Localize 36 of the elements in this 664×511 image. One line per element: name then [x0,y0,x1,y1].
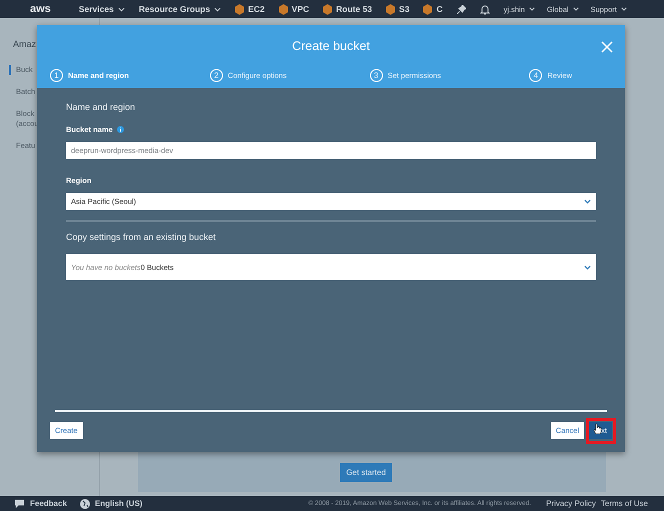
service-shortcut[interactable]: Route 53 [323,4,372,14]
cube-icon [423,4,432,14]
cube-icon [386,4,396,14]
caret-icon [584,264,591,270]
hand-cursor-icon [593,423,602,434]
get-started-button[interactable]: Get started [340,462,392,482]
info-icon[interactable] [116,126,124,133]
sidebar-title: Amaz [13,39,38,49]
service-shortcut[interactable]: S3 [386,4,410,14]
service-shortcut[interactable]: C [423,4,443,14]
service-shortcut[interactable]: VPC [278,4,310,14]
footer-link[interactable]: Privacy Policy [546,499,596,508]
caret-icon [620,7,627,11]
aws-logo[interactable]: aws [30,3,51,15]
close-icon[interactable] [601,41,613,53]
cube-icon [323,4,332,14]
section-title: Name and region [66,102,136,112]
nav-menu[interactable]: Resource Groups [138,4,222,14]
globe-icon [80,498,90,508]
pin-icon[interactable] [456,4,466,14]
footer-link[interactable]: Terms of Use [600,499,648,508]
caret-icon [214,6,222,12]
bell-icon[interactable] [480,4,490,14]
service-shortcut[interactable]: EC2 [235,4,265,14]
cube-icon [235,4,244,14]
section-title: Copy settings from an existing bucket [66,232,217,242]
language-selector[interactable]: English (US) [94,499,142,508]
caret-icon [118,6,125,12]
speech-bubble-icon [14,498,25,508]
caret-icon [528,7,535,11]
nav-menu[interactable]: Services [78,4,125,14]
feedback-link[interactable]: Feedback [30,499,67,508]
caret-icon [584,199,591,204]
dialog-title: Create bucket [292,38,370,52]
cube-icon [278,4,288,14]
caret-icon [572,7,579,11]
